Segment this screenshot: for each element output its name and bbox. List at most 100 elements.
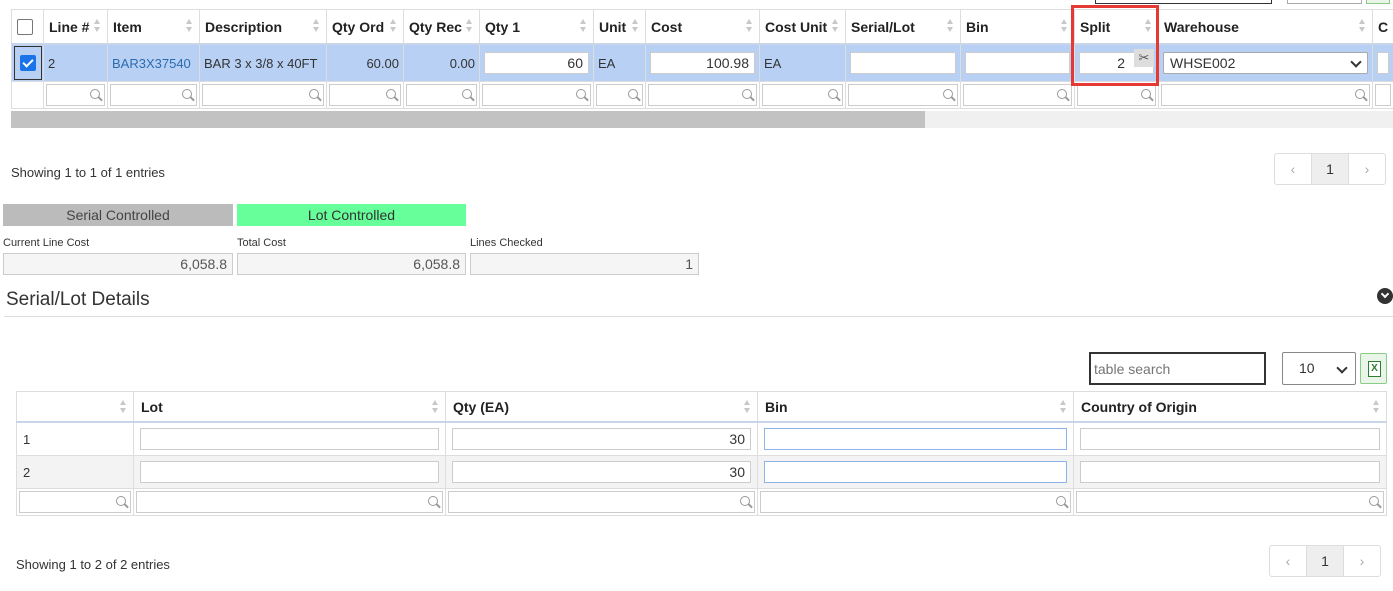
serial-lot-table: Lot Qty (EA) Bin Country of Origin 1 2: [16, 391, 1387, 516]
col-qty-rec[interactable]: Qty Rec: [403, 9, 480, 45]
line-number: 2: [43, 43, 108, 82]
filter-input[interactable]: [448, 491, 755, 513]
lot-input[interactable]: [140, 461, 439, 483]
search-icon: [309, 89, 319, 99]
next-page-button[interactable]: ›: [1349, 154, 1385, 184]
col-country-of-origin[interactable]: Country of Origin: [1073, 391, 1387, 423]
qty1-input[interactable]: [484, 52, 589, 74]
filter-input[interactable]: [762, 84, 843, 106]
qty-input[interactable]: [452, 461, 751, 483]
col-qty-ord[interactable]: Qty Ord: [326, 9, 404, 45]
search-icon: [1355, 89, 1365, 99]
next-page-button[interactable]: ›: [1344, 546, 1380, 576]
serial-lot-input[interactable]: [850, 52, 956, 74]
row-select-cell[interactable]: [11, 43, 44, 82]
col-serial-lot[interactable]: Serial/Lot: [845, 9, 961, 45]
lines-checked-label: Lines Checked: [470, 237, 543, 249]
filter-input[interactable]: [596, 84, 643, 106]
col-unit[interactable]: Unit: [593, 9, 646, 45]
cost-input[interactable]: [650, 52, 755, 74]
filter-input[interactable]: [848, 84, 958, 106]
bin-input[interactable]: [764, 428, 1067, 450]
filter-input[interactable]: [406, 84, 477, 106]
chevron-down-icon: [1350, 56, 1362, 68]
sort-icon: [832, 19, 839, 33]
filter-input[interactable]: [136, 491, 443, 513]
col-warehouse[interactable]: Warehouse: [1158, 9, 1373, 45]
bin-input[interactable]: [764, 461, 1067, 483]
unit: EA: [593, 43, 646, 82]
table-search-input[interactable]: [1089, 352, 1266, 385]
col-lot[interactable]: Lot: [133, 391, 446, 423]
filter-input[interactable]: [963, 84, 1072, 106]
country-input[interactable]: [1080, 428, 1380, 450]
filter-input[interactable]: [19, 491, 131, 513]
item-link[interactable]: BAR3X37540: [112, 56, 191, 71]
row-index: 1: [16, 421, 134, 456]
table-row: 1: [16, 421, 1387, 456]
excel-icon: X: [1368, 361, 1381, 377]
filter-input[interactable]: [1375, 84, 1391, 106]
filter-input[interactable]: [46, 84, 105, 106]
search-icon: [576, 89, 586, 99]
filter-input[interactable]: [760, 491, 1071, 513]
col-description[interactable]: Description: [199, 9, 327, 45]
lot-input[interactable]: [140, 428, 439, 450]
qty-input[interactable]: [452, 428, 751, 450]
col-item[interactable]: Item: [107, 9, 200, 45]
prev-page-button[interactable]: ‹: [1275, 154, 1312, 184]
col-qty1[interactable]: Qty 1: [479, 9, 594, 45]
page-size-select[interactable]: 10: [1282, 352, 1356, 385]
table-info: Showing 1 to 1 of 1 entries: [11, 165, 165, 180]
col-bin[interactable]: Bin: [757, 391, 1074, 423]
col-index[interactable]: [16, 391, 134, 423]
sort-icon: [947, 19, 954, 33]
sort-icon: [186, 19, 193, 33]
col-qty-ea[interactable]: Qty (EA): [445, 391, 758, 423]
col-cost[interactable]: Cost: [645, 9, 760, 45]
search-icon: [386, 89, 396, 99]
col-cost-unit[interactable]: Cost Unit: [759, 9, 846, 45]
sort-icon: [94, 19, 101, 33]
excel-export-button[interactable]: X: [1360, 353, 1387, 384]
sort-icon: [313, 19, 320, 33]
filter-input[interactable]: [1161, 84, 1370, 106]
filter-input[interactable]: [202, 84, 324, 106]
scrollbar-thumb[interactable]: [11, 111, 925, 128]
top-search-edge[interactable]: [1095, 0, 1272, 4]
search-icon: [462, 89, 472, 99]
page-1-button[interactable]: 1: [1307, 546, 1344, 576]
search-icon: [1141, 89, 1151, 99]
filter-input[interactable]: [1076, 491, 1384, 513]
select-all-checkbox[interactable]: [17, 19, 33, 36]
sort-icon: [632, 19, 639, 33]
filter-input[interactable]: [329, 84, 401, 106]
warehouse-select[interactable]: WHSE002: [1163, 52, 1368, 74]
search-icon: [740, 496, 750, 506]
filter-input[interactable]: [482, 84, 591, 106]
sort-icon: [466, 19, 473, 33]
col-c[interactable]: C: [1372, 9, 1393, 45]
filter-input[interactable]: [1077, 84, 1156, 106]
bin-input[interactable]: [965, 52, 1070, 74]
sort-icon: [1060, 400, 1067, 414]
country-input[interactable]: [1080, 461, 1380, 483]
page-1-button[interactable]: 1: [1312, 154, 1349, 184]
prev-page-button[interactable]: ‹: [1270, 546, 1307, 576]
qty-rec: 0.00: [403, 43, 480, 82]
top-page-size-edge[interactable]: [1287, 0, 1362, 4]
line-items-table: Line # Item Description Qty Ord Qty Rec …: [11, 9, 1393, 109]
col-line[interactable]: Line #: [43, 9, 108, 45]
top-excel-edge[interactable]: [1366, 0, 1390, 4]
col-bin[interactable]: Bin: [960, 9, 1075, 45]
c-input[interactable]: [1377, 52, 1389, 74]
horizontal-scrollbar[interactable]: [11, 111, 1393, 128]
row-checkbox[interactable]: [19, 55, 36, 72]
collapse-toggle[interactable]: [1377, 288, 1393, 304]
table-row[interactable]: 2 BAR3X37540 BAR 3 x 3/8 x 40FT 60.00 0.…: [11, 43, 1393, 82]
sort-icon: [1373, 400, 1380, 414]
filter-input[interactable]: [110, 84, 197, 106]
filter-input[interactable]: [648, 84, 757, 106]
total-cost-value: 6,058.8: [237, 253, 466, 275]
select-all-header[interactable]: [11, 9, 44, 45]
